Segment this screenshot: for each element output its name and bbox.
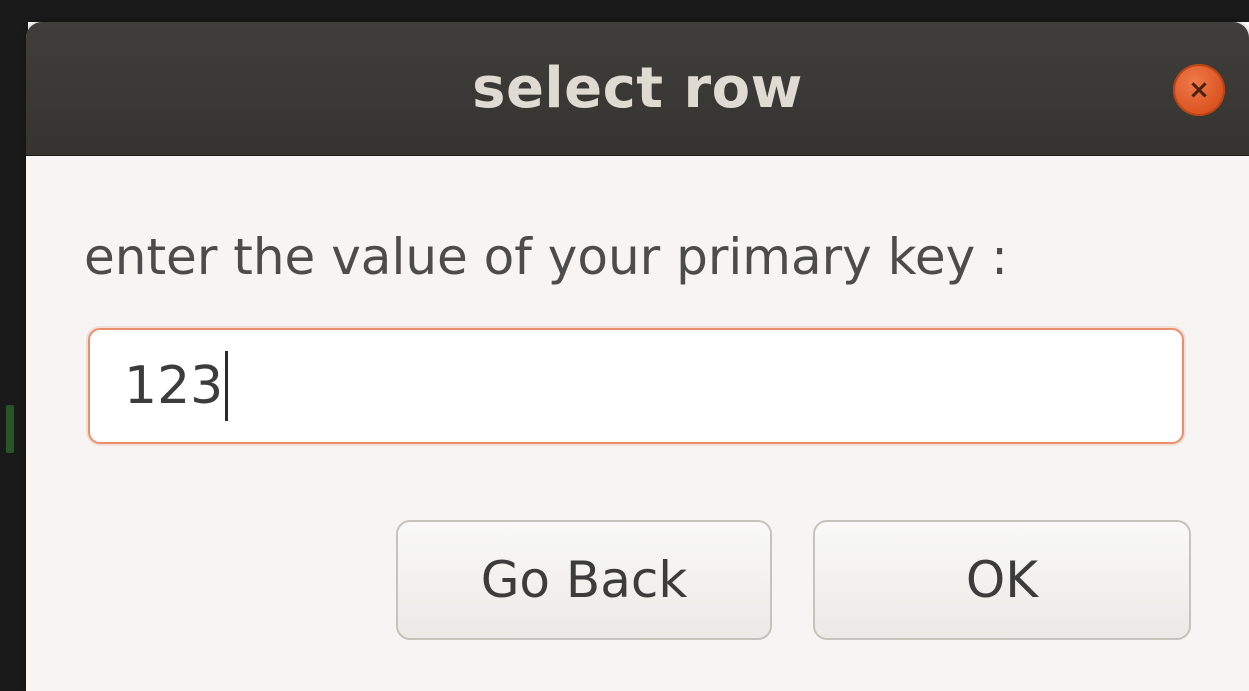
screen: select row × enter the value of your pri…	[0, 0, 1249, 691]
background-terminal-fragment	[6, 405, 14, 453]
go-back-button[interactable]: Go Back	[396, 520, 772, 640]
primary-key-prompt: enter the value of your primary key :	[84, 228, 1008, 286]
desktop-background-left	[0, 0, 28, 691]
text-cursor	[225, 351, 229, 421]
primary-key-input[interactable]: 123	[88, 328, 1184, 444]
ok-button[interactable]: OK	[813, 520, 1191, 640]
close-icon: ×	[1188, 75, 1210, 105]
dialog-titlebar[interactable]: select row ×	[26, 22, 1249, 156]
close-button[interactable]: ×	[1173, 64, 1225, 116]
primary-key-input-value: 123	[124, 356, 224, 416]
dialog-content: enter the value of your primary key : 12…	[26, 156, 1249, 691]
desktop-background	[0, 0, 1249, 22]
select-row-dialog: select row × enter the value of your pri…	[26, 22, 1249, 691]
dialog-title: select row	[472, 56, 803, 121]
